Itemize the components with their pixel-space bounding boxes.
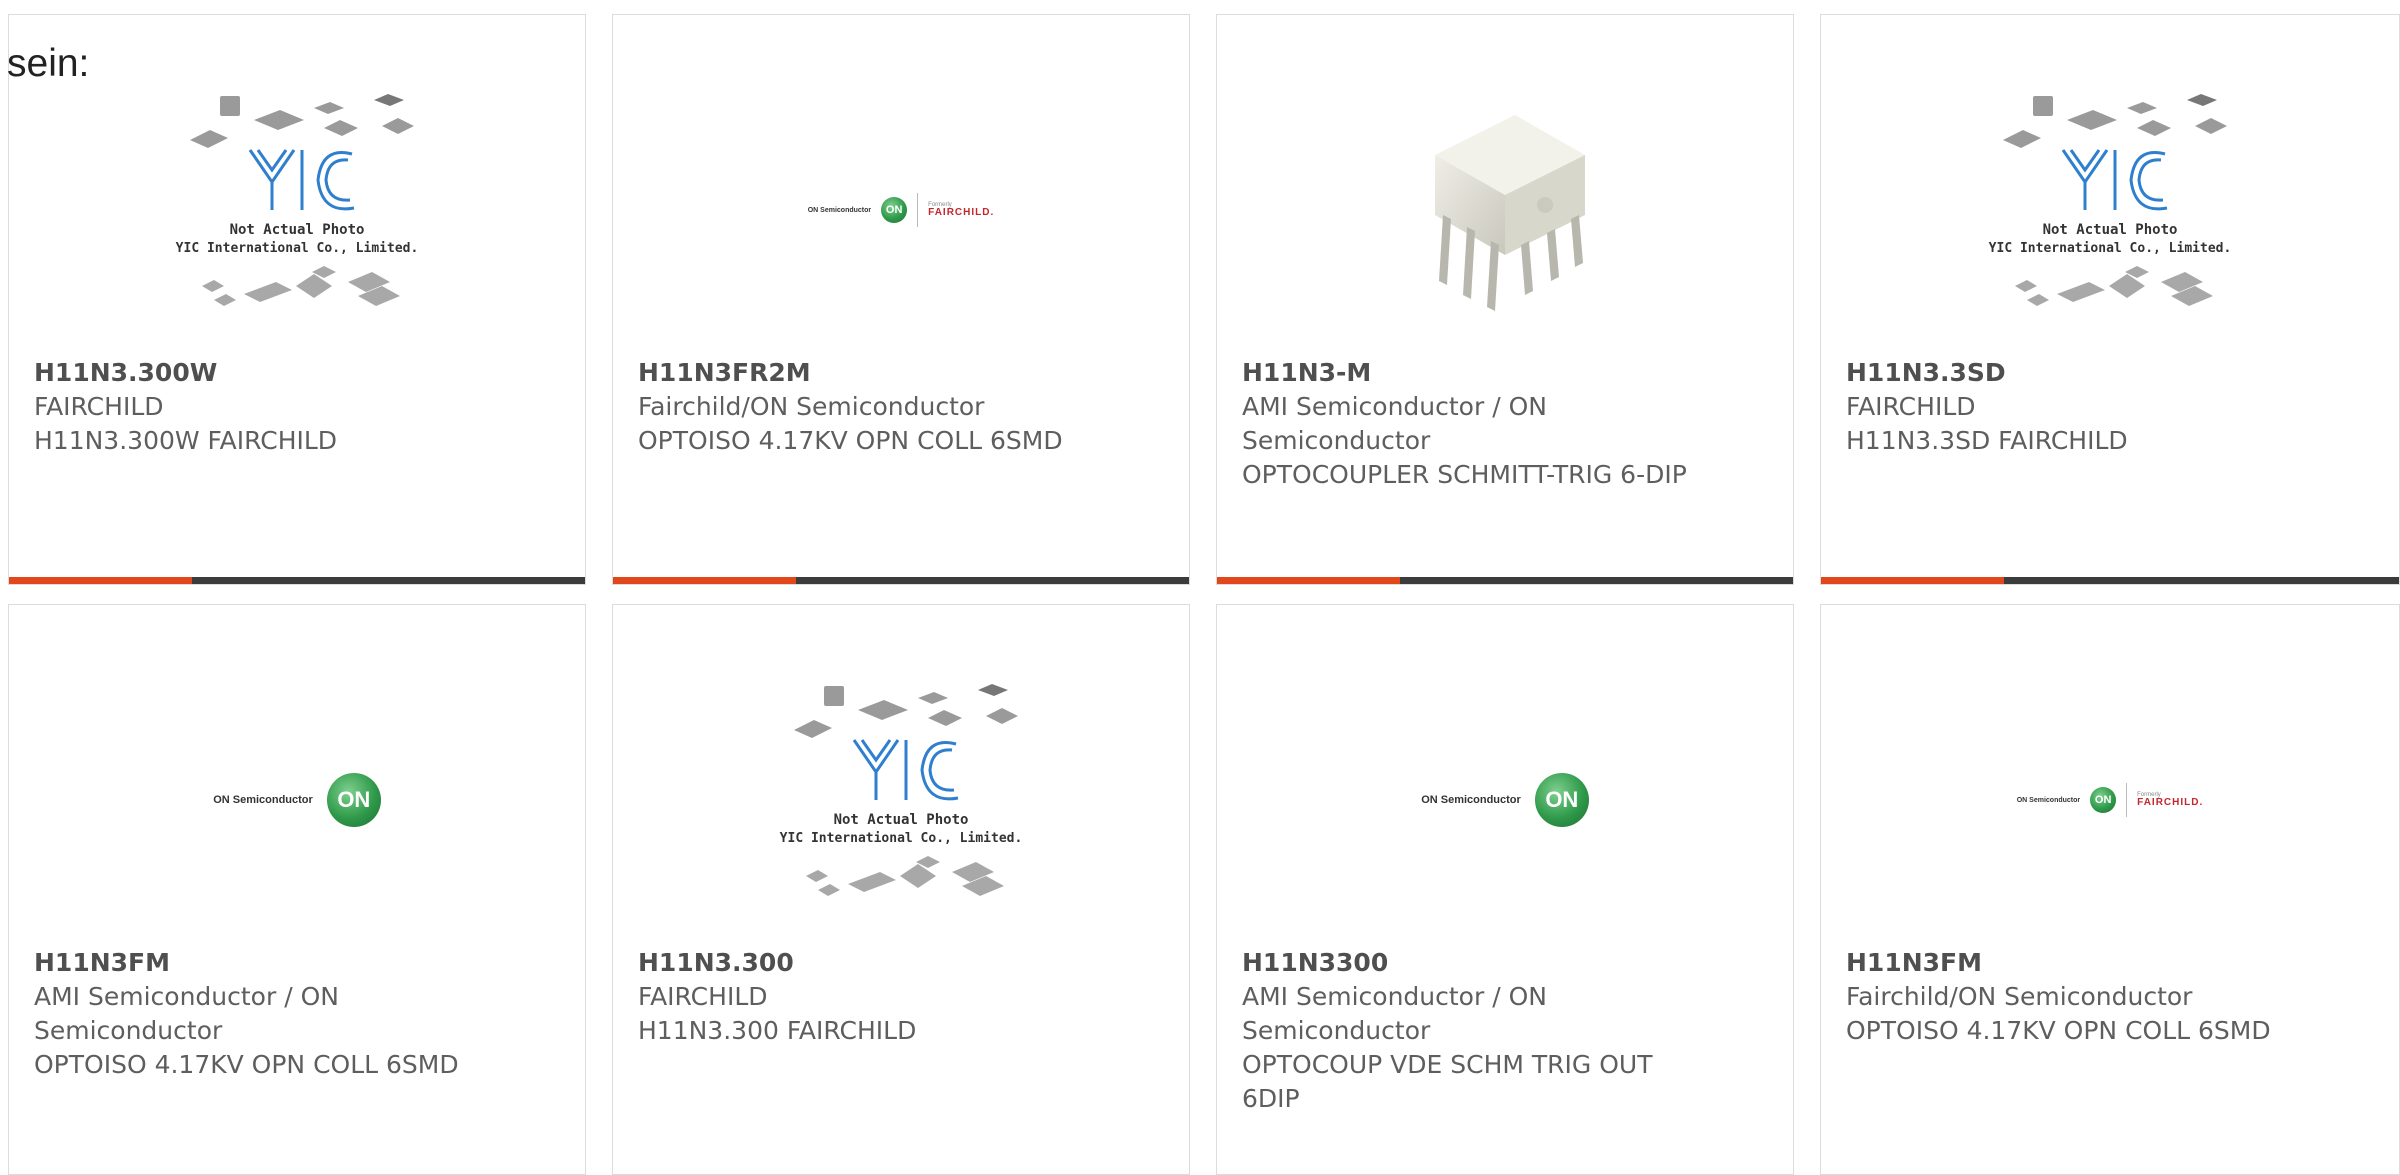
placeholder-line1: Not Actual Photo — [2043, 222, 2178, 238]
yic-placeholder-image: Not Actual Photo YIC International Co., … — [176, 94, 419, 306]
description: OPTOCOUP VDE SCHM TRIG OUT 6DIP — [1242, 1050, 1653, 1113]
part-number-link[interactable]: H11N3.3SD — [1846, 356, 2306, 390]
product-card[interactable]: Not Actual Photo YIC International Co., … — [612, 604, 1190, 1175]
product-card[interactable]: Not Actual Photo YIC International Co., … — [1820, 14, 2400, 585]
manufacturer: Fairchild/ON Semiconductor — [1846, 982, 2193, 1011]
logo-divider — [917, 193, 919, 227]
product-info: H11N3.3SD FAIRCHILD H11N3.3SD FAIRCHILD — [1846, 356, 2306, 458]
description: H11N3.300W FAIRCHILD — [34, 426, 338, 455]
card-bottom-bar — [9, 577, 585, 584]
product-image[interactable]: Not Actual Photo YIC International Co., … — [1821, 55, 2399, 365]
part-number-link[interactable]: H11N3FM — [34, 946, 494, 980]
yic-placeholder-image: Not Actual Photo YIC International Co., … — [1989, 94, 2232, 306]
product-info: H11N3.300W FAIRCHILD H11N3.300W FAIRCHIL… — [34, 356, 494, 458]
product-card[interactable]: H11N3-M AMI Semiconductor / ON Semicondu… — [1216, 14, 1794, 585]
fairchild-wordmark: FAIRCHILD. — [928, 207, 995, 218]
on-semiconductor-logo: ON Semiconductor ON — [1421, 773, 1589, 827]
placeholder-line1: Not Actual Photo — [834, 812, 969, 828]
product-image[interactable]: ON Semiconductor ON — [9, 645, 585, 955]
manufacturer: AMI Semiconductor / ON Semiconductor — [1242, 982, 1547, 1045]
product-image[interactable]: Not Actual Photo YIC International Co., … — [613, 645, 1189, 955]
on-semiconductor-logo: ON Semiconductor ON — [213, 773, 381, 827]
product-card[interactable]: Not Actual Photo YIC International Co., … — [8, 14, 586, 585]
product-info: H11N3.300 FAIRCHILD H11N3.300 FAIRCHILD — [638, 946, 1098, 1048]
description: H11N3.3SD FAIRCHILD — [1846, 426, 2128, 455]
manufacturer: AMI Semiconductor / ON Semiconductor — [1242, 392, 1547, 455]
on-fairchild-logo: ON Semiconductor ON Formerly FAIRCHILD. — [2017, 783, 2204, 817]
placeholder-line2: YIC International Co., Limited. — [780, 831, 1023, 846]
card-accent-bar — [1821, 577, 2004, 584]
product-info: H11N3-M AMI Semiconductor / ON Semicondu… — [1242, 356, 1702, 492]
description: OPTOISO 4.17KV OPN COLL 6SMD — [34, 1050, 459, 1079]
manufacturer: FAIRCHILD — [1846, 392, 1976, 421]
fairchild-logo: Formerly FAIRCHILD. — [2137, 792, 2203, 808]
product-info: H11N3300 AMI Semiconductor / ON Semicond… — [1242, 946, 1702, 1116]
part-number-link[interactable]: H11N3FM — [1846, 946, 2306, 980]
part-number-link[interactable]: H11N3-M — [1242, 356, 1702, 390]
description: H11N3.300 FAIRCHILD — [638, 1016, 917, 1045]
description: OPTOISO 4.17KV OPN COLL 6SMD — [1846, 1016, 2271, 1045]
on-semiconductor-wordmark: ON Semiconductor — [1421, 794, 1521, 806]
product-info: H11N3FM Fairchild/ON Semiconductor OPTOI… — [1846, 946, 2306, 1048]
product-card[interactable]: ON Semiconductor ON Formerly FAIRCHILD. … — [612, 14, 1190, 585]
product-info: H11N3FM AMI Semiconductor / ON Semicondu… — [34, 946, 494, 1082]
fairchild-logo: Formerly FAIRCHILD. — [928, 202, 994, 218]
card-bottom-bar — [1821, 577, 2399, 584]
intro-text: sein: — [7, 42, 90, 85]
manufacturer: FAIRCHILD — [34, 392, 164, 421]
description: OPTOCOUPLER SCHMITT-TRIG 6-DIP — [1242, 460, 1687, 489]
on-semiconductor-wordmark: ON Semiconductor — [807, 206, 872, 214]
on-semiconductor-wordmark: ON Semiconductor — [213, 794, 313, 806]
product-image[interactable] — [1217, 55, 1793, 365]
part-number-link[interactable]: H11N3FR2M — [638, 356, 1098, 390]
part-number-link[interactable]: H11N3300 — [1242, 946, 1702, 980]
product-image[interactable]: Not Actual Photo YIC International Co., … — [9, 55, 585, 365]
card-bottom-bar — [1217, 577, 1793, 584]
description: OPTOISO 4.17KV OPN COLL 6SMD — [638, 426, 1063, 455]
product-card[interactable]: ON Semiconductor ON Formerly FAIRCHILD. … — [1820, 604, 2400, 1175]
fairchild-wordmark: FAIRCHILD. — [2137, 797, 2204, 808]
on-circle-icon: ON — [881, 197, 908, 223]
product-image[interactable]: ON Semiconductor ON Formerly FAIRCHILD. — [1821, 645, 2399, 955]
manufacturer: FAIRCHILD — [638, 982, 768, 1011]
product-info: H11N3FR2M Fairchild/ON Semiconductor OPT… — [638, 356, 1098, 458]
product-card[interactable]: ON Semiconductor ON H11N3FM AMI Semicond… — [8, 604, 586, 1175]
part-number-link[interactable]: H11N3.300 — [638, 946, 1098, 980]
on-circle-icon: ON — [2090, 787, 2117, 813]
placeholder-line2: YIC International Co., Limited. — [1989, 241, 2232, 256]
card-bottom-bar — [613, 577, 1189, 584]
placeholder-line2: YIC International Co., Limited. — [176, 241, 419, 256]
manufacturer: Fairchild/ON Semiconductor — [638, 392, 985, 421]
on-semiconductor-wordmark: ON Semiconductor — [2016, 796, 2081, 804]
yic-placeholder-image: Not Actual Photo YIC International Co., … — [780, 684, 1023, 896]
product-image[interactable]: ON Semiconductor ON Formerly FAIRCHILD. — [613, 55, 1189, 365]
product-grid: Not Actual Photo YIC International Co., … — [0, 0, 2400, 1175]
placeholder-line1: Not Actual Photo — [230, 222, 365, 238]
product-card[interactable]: ON Semiconductor ON H11N3300 AMI Semicon… — [1216, 604, 1794, 1175]
manufacturer: AMI Semiconductor / ON Semiconductor — [34, 982, 339, 1045]
card-accent-bar — [613, 577, 796, 584]
on-circle-icon: ON — [1534, 773, 1589, 827]
dip6-package-photo — [1435, 115, 1585, 311]
on-circle-icon: ON — [326, 773, 381, 827]
card-accent-bar — [1217, 577, 1400, 584]
on-fairchild-logo: ON Semiconductor ON Formerly FAIRCHILD. — [808, 193, 995, 227]
part-number-link[interactable]: H11N3.300W — [34, 356, 494, 390]
logo-divider — [2126, 783, 2128, 817]
card-accent-bar — [9, 577, 192, 584]
product-image[interactable]: ON Semiconductor ON — [1217, 645, 1793, 955]
